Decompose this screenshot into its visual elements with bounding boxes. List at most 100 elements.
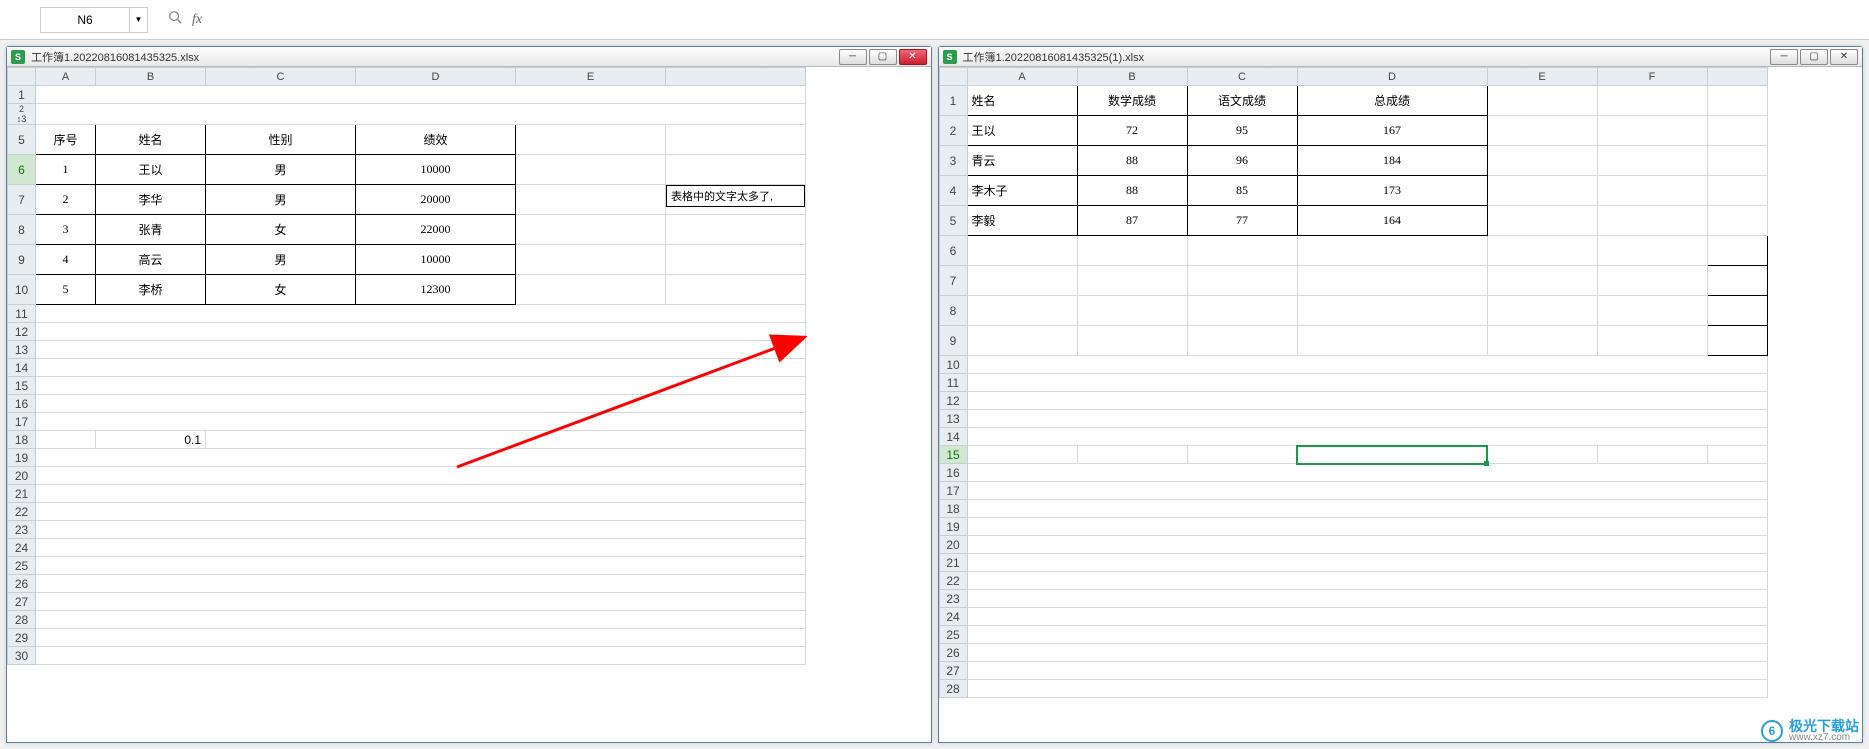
row-header[interactable]: 30	[8, 647, 36, 665]
row-header[interactable]: 14	[939, 428, 967, 446]
table-cell[interactable]: 10000	[356, 155, 516, 185]
minimize-button[interactable]: ─	[1770, 49, 1798, 65]
col-header[interactable]: F	[1597, 68, 1707, 86]
row-header[interactable]: 4	[939, 176, 967, 206]
table-cell[interactable]: 3	[36, 215, 96, 245]
row-header[interactable]: 19	[939, 518, 967, 536]
row-header[interactable]: 6	[939, 236, 967, 266]
col-header[interactable]: C	[206, 68, 356, 86]
row-header[interactable]: 10	[8, 275, 36, 305]
select-all-corner[interactable]	[8, 68, 36, 86]
table-cell[interactable]: 王以	[96, 155, 206, 185]
row-header[interactable]: 20	[8, 467, 36, 485]
row-header[interactable]: 9	[8, 245, 36, 275]
row-header[interactable]: 26	[8, 575, 36, 593]
cell-b18[interactable]: 0.1	[96, 431, 206, 449]
table-cell[interactable]: 22000	[356, 215, 516, 245]
maximize-button[interactable]: ▢	[1800, 49, 1828, 65]
col-header[interactable]: A	[967, 68, 1077, 86]
table-cell[interactable]: 20000	[356, 185, 516, 215]
table-cell[interactable]: 87	[1077, 206, 1187, 236]
selected-cell[interactable]	[1297, 446, 1487, 464]
row-header[interactable]: 16	[8, 395, 36, 413]
table-cell[interactable]: 4	[36, 245, 96, 275]
table-cell[interactable]: 男	[206, 185, 356, 215]
row-header[interactable]: 24	[939, 608, 967, 626]
select-all-corner[interactable]	[939, 68, 967, 86]
table-cell[interactable]: 164	[1297, 206, 1487, 236]
table-cell[interactable]: 高云	[96, 245, 206, 275]
row-header[interactable]: 5	[8, 125, 36, 155]
row-header[interactable]: 7	[939, 266, 967, 296]
row-header[interactable]: 7	[8, 185, 36, 215]
row-header[interactable]: 24	[8, 539, 36, 557]
table-cell[interactable]: 85	[1187, 176, 1297, 206]
table-cell[interactable]: 男	[206, 155, 356, 185]
table-cell[interactable]: 72	[1077, 116, 1187, 146]
col-header[interactable]	[1707, 68, 1767, 86]
table-cell[interactable]: 184	[1297, 146, 1487, 176]
fx-icon[interactable]: fx	[192, 12, 202, 28]
sheet-right[interactable]: A B C D E F 1 姓名 数学成绩 语文成绩 总成绩 2	[939, 67, 1863, 742]
close-button[interactable]: ✕	[1830, 49, 1858, 65]
row-header[interactable]: 13	[8, 341, 36, 359]
row-header[interactable]: 13	[939, 410, 967, 428]
sheet-left[interactable]: A B C D E 1 2↕3 5 序号 姓名 性别 绩效	[7, 67, 931, 742]
col-header[interactable]: E	[1487, 68, 1597, 86]
row-header[interactable]: 12	[8, 323, 36, 341]
row-header[interactable]: 28	[939, 680, 967, 698]
row-header[interactable]: 15	[8, 377, 36, 395]
row-header[interactable]: 8	[8, 215, 36, 245]
table-cell[interactable]: 张青	[96, 215, 206, 245]
row-header[interactable]: 9	[939, 326, 967, 356]
row-header[interactable]: 14	[8, 359, 36, 377]
table-cell[interactable]: 88	[1077, 146, 1187, 176]
table-cell[interactable]: 12300	[356, 275, 516, 305]
row-header[interactable]: 6	[8, 155, 36, 185]
row-header[interactable]: 10	[939, 356, 967, 374]
close-button[interactable]: ✕	[899, 49, 927, 65]
row-header[interactable]: 22	[939, 572, 967, 590]
window-left-titlebar[interactable]: S 工作簿1.20220816081435325.xlsx ─ ▢ ✕	[7, 47, 931, 67]
col-header[interactable]: D	[356, 68, 516, 86]
name-box-dropdown[interactable]: ▼	[130, 7, 148, 33]
row-header[interactable]: 12	[939, 392, 967, 410]
row-header[interactable]: 28	[8, 611, 36, 629]
col-header[interactable]	[666, 68, 806, 86]
row-header[interactable]: 19	[8, 449, 36, 467]
row-header[interactable]: 20	[939, 536, 967, 554]
table-cell[interactable]: 女	[206, 275, 356, 305]
col-header[interactable]: D	[1297, 68, 1487, 86]
row-header[interactable]: 21	[939, 554, 967, 572]
row-header[interactable]: 21	[8, 485, 36, 503]
table-cell[interactable]: 95	[1187, 116, 1297, 146]
col-header[interactable]: B	[96, 68, 206, 86]
name-box[interactable]	[40, 7, 130, 33]
row-header[interactable]: 22	[8, 503, 36, 521]
row-header[interactable]: 29	[8, 629, 36, 647]
row-header[interactable]: 18	[939, 500, 967, 518]
table-cell[interactable]: 女	[206, 215, 356, 245]
row-header[interactable]: 27	[8, 593, 36, 611]
table-cell[interactable]: 李毅	[967, 206, 1077, 236]
row-header[interactable]: 1	[939, 86, 967, 116]
row-header[interactable]: 17	[8, 413, 36, 431]
search-icon[interactable]	[168, 10, 182, 29]
minimize-button[interactable]: ─	[839, 49, 867, 65]
row-header[interactable]: 16	[939, 464, 967, 482]
row-header[interactable]: 23	[939, 590, 967, 608]
col-header[interactable]: B	[1077, 68, 1187, 86]
row-header[interactable]: 25	[8, 557, 36, 575]
table-cell[interactable]: 王以	[967, 116, 1077, 146]
row-header[interactable]: 11	[8, 305, 36, 323]
table-cell[interactable]: 167	[1297, 116, 1487, 146]
row-header[interactable]: 17	[939, 482, 967, 500]
row-header[interactable]: 23	[8, 521, 36, 539]
formula-input[interactable]	[208, 7, 1859, 33]
row-header[interactable]: 26	[939, 644, 967, 662]
table-cell[interactable]: 李木子	[967, 176, 1077, 206]
table-cell[interactable]: 李华	[96, 185, 206, 215]
window-right-titlebar[interactable]: S 工作簿1.20220816081435325(1).xlsx ─ ▢ ✕	[939, 47, 1863, 67]
row-header[interactable]: 5	[939, 206, 967, 236]
table-cell[interactable]: 10000	[356, 245, 516, 275]
